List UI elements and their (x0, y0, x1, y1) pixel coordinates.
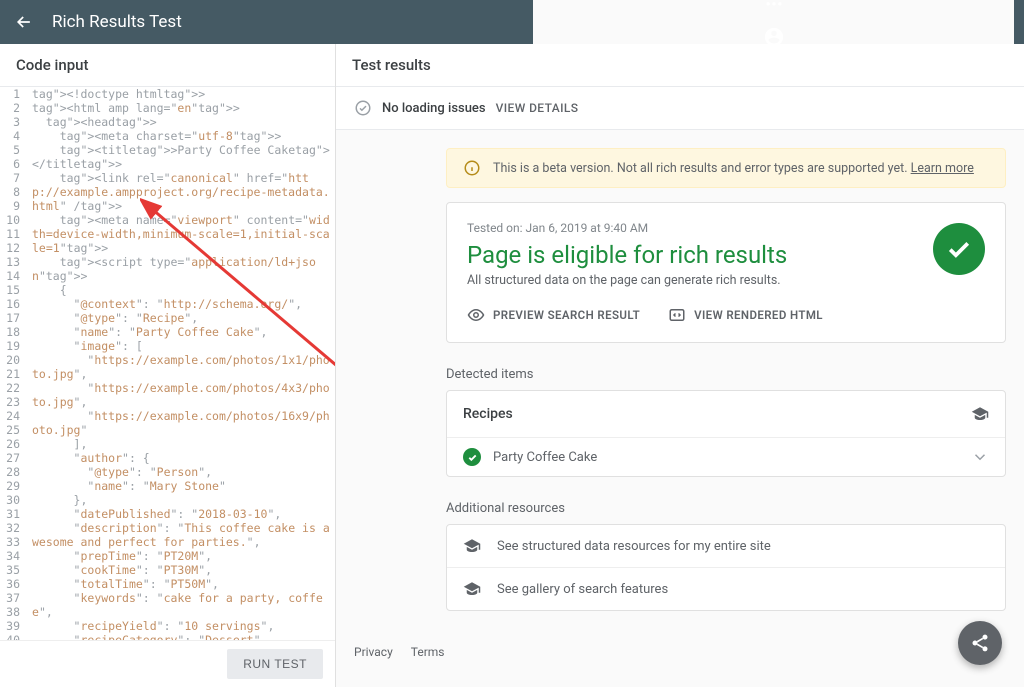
info-icon (463, 159, 481, 177)
check-icon (944, 234, 974, 264)
preview-label: PREVIEW SEARCH RESULT (493, 308, 640, 322)
privacy-link[interactable]: Privacy (354, 645, 393, 659)
beta-banner: This is a beta version. Not all rich res… (446, 148, 1006, 188)
loading-issues-row: No loading issues VIEW DETAILS (336, 87, 1024, 130)
result-headline: Page is eligible for rich results (467, 241, 985, 269)
rendered-label: VIEW RENDERED HTML (694, 308, 823, 322)
result-subhead: All structured data on the page can gene… (467, 273, 985, 288)
eye-icon (467, 306, 485, 324)
detected-items-label: Detected items (446, 367, 1006, 382)
resource-link-label: See gallery of search features (497, 582, 668, 597)
tested-on-text: Tested on: Jan 6, 2019 at 9:40 AM (467, 221, 985, 235)
detected-items-card: Recipes Party Coffee Cake (446, 390, 1006, 477)
view-rendered-html-button[interactable]: VIEW RENDERED HTML (668, 306, 823, 324)
preview-search-result-button[interactable]: PREVIEW SEARCH RESULT (467, 306, 640, 324)
resources-label: Additional resources (446, 501, 1006, 516)
apps-icon[interactable] (764, 0, 784, 8)
app-header: Rich Results Test (0, 0, 1024, 44)
code-editor[interactable]: 1 2 3 4 5 6 7 8 9 10 11 12 13 14 15 16 1… (0, 87, 335, 640)
result-card: Tested on: Jan 6, 2019 at 9:40 AM Page i… (446, 202, 1006, 343)
share-icon (970, 633, 990, 653)
detected-item-row[interactable]: Party Coffee Cake (447, 437, 1005, 476)
terms-link[interactable]: Terms (411, 645, 445, 659)
beta-text: This is a beta version. Not all rich res… (493, 161, 908, 176)
beta-learn-more-link[interactable]: Learn more (911, 161, 974, 176)
check-circle-outline-icon (354, 99, 372, 117)
resource-link-site[interactable]: See structured data resources for my ent… (447, 525, 1005, 567)
view-details-link[interactable]: VIEW DETAILS (496, 101, 579, 115)
grad-cap-icon (463, 537, 481, 555)
grad-cap-icon (463, 580, 481, 598)
results-header: Test results (336, 44, 1024, 87)
success-badge (933, 223, 985, 275)
page-title: Rich Results Test (52, 12, 533, 32)
grad-cap-icon (971, 405, 989, 423)
code-input-header: Code input (0, 44, 335, 87)
chevron-down-icon (971, 448, 989, 466)
detected-group-header[interactable]: Recipes (447, 391, 1005, 437)
detected-item-name: Party Coffee Cake (493, 450, 597, 465)
loading-issues-text: No loading issues (382, 101, 486, 116)
arrow-left-icon (14, 12, 34, 32)
run-test-button[interactable]: RUN TEST (227, 649, 323, 679)
resource-link-gallery[interactable]: See gallery of search features (447, 567, 1005, 610)
resource-link-label: See structured data resources for my ent… (497, 539, 771, 554)
back-button[interactable] (10, 8, 38, 36)
resources-card: See structured data resources for my ent… (446, 524, 1006, 611)
code-icon (668, 306, 686, 324)
detected-group-title: Recipes (463, 406, 513, 422)
footer-links: Privacy Terms (354, 645, 1024, 659)
status-ok-icon (463, 448, 481, 466)
share-fab[interactable] (958, 621, 1002, 665)
